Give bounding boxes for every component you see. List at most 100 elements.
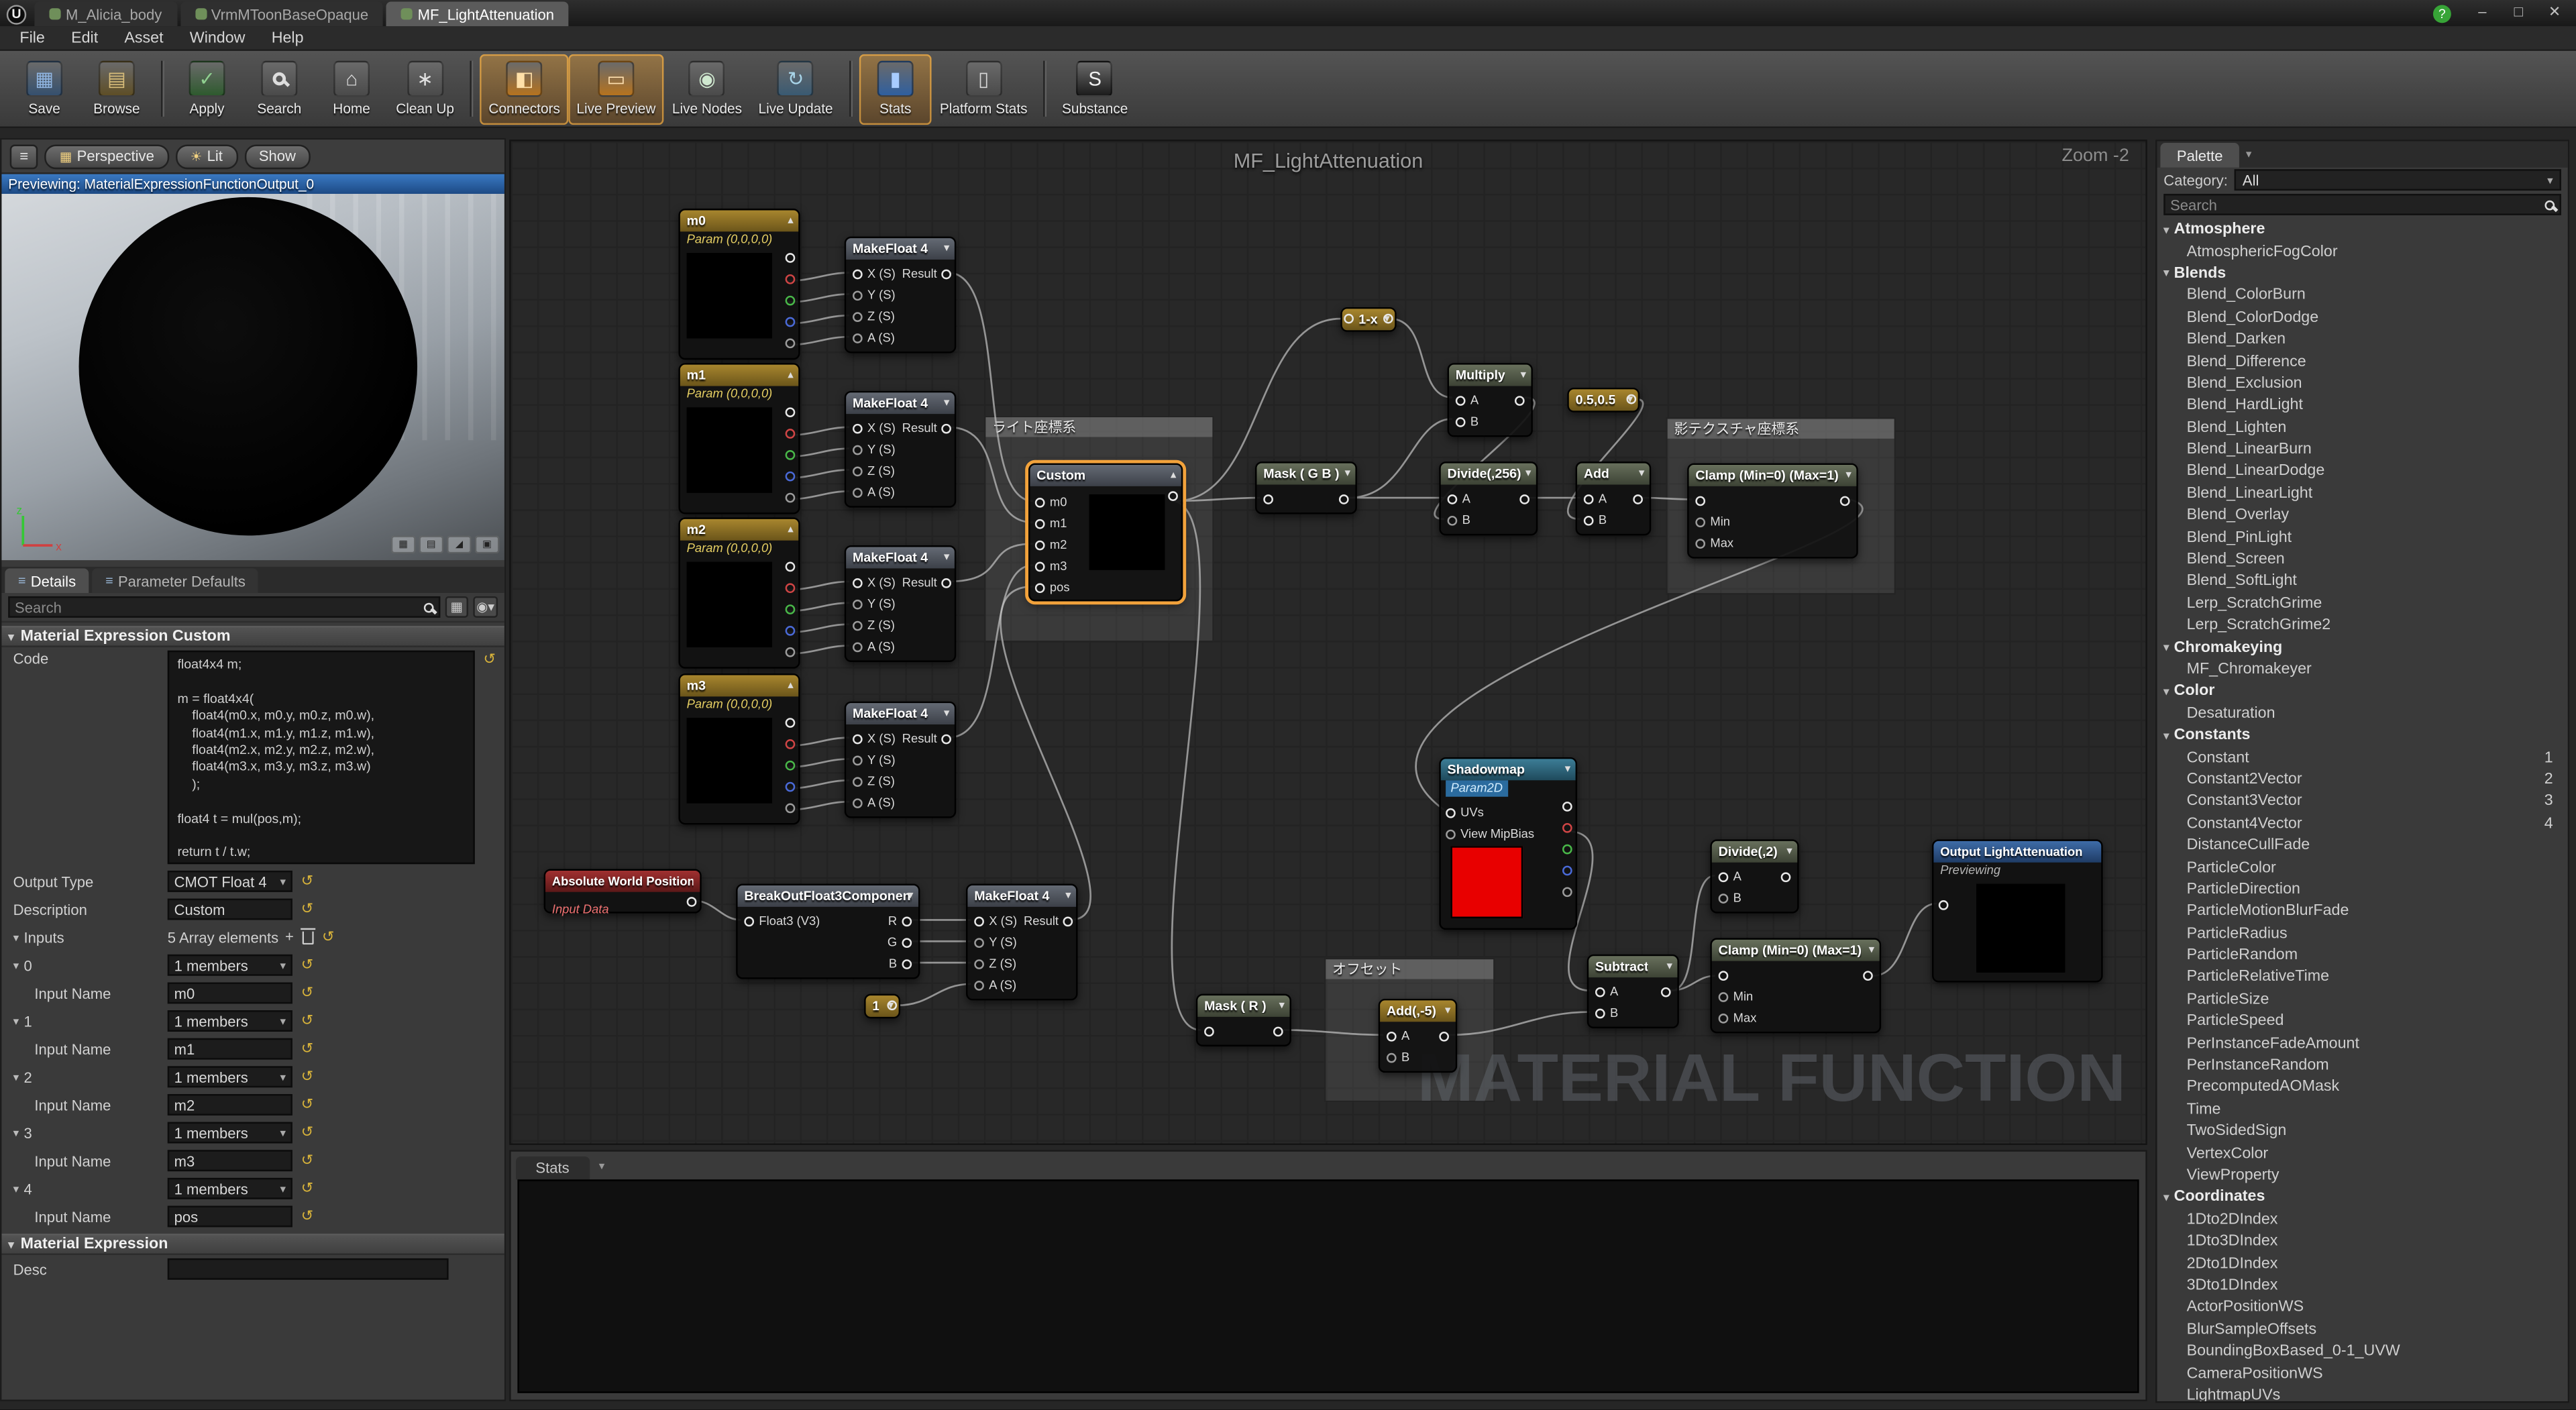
- pin[interactable]: [786, 338, 796, 348]
- palette-item[interactable]: Blend_Lighten: [2157, 417, 2568, 439]
- perspective-button[interactable]: ▦Perspective: [45, 144, 169, 168]
- pin[interactable]: [1344, 314, 1354, 324]
- palette-item[interactable]: Lerp_ScratchGrime2: [2157, 614, 2568, 637]
- pin[interactable]: [1562, 866, 1572, 876]
- pin[interactable]: [1515, 395, 1525, 405]
- pin[interactable]: [1695, 495, 1705, 505]
- palette-item[interactable]: Blend_ColorBurn: [2157, 284, 2568, 307]
- collapse-caret-icon[interactable]: ▾: [1666, 959, 1672, 973]
- node-mask-gb[interactable]: Mask ( G B )▾: [1255, 462, 1357, 514]
- pin[interactable]: [942, 733, 952, 743]
- node-breakout-float3-components[interactable]: BreakOutFloat3Components▾Float3 (V3)RGB: [736, 884, 920, 979]
- pin[interactable]: [1584, 494, 1594, 504]
- pin[interactable]: [1719, 991, 1729, 1001]
- pin[interactable]: [853, 423, 863, 433]
- document-tab[interactable]: MF_LightAttenuation: [386, 1, 569, 26]
- palette-category-constants[interactable]: ▾Constants: [2157, 724, 2568, 747]
- pin[interactable]: [1695, 538, 1705, 548]
- desc-field[interactable]: [168, 1258, 449, 1280]
- palette-item[interactable]: BoundingBoxBased_0-1_UVW: [2157, 1340, 2568, 1362]
- reset-output-type-button[interactable]: ↺: [299, 872, 315, 890]
- pin[interactable]: [786, 274, 796, 284]
- palette-item[interactable]: 3Dto1DIndex: [2157, 1275, 2568, 1297]
- pin[interactable]: [786, 493, 796, 503]
- pin[interactable]: [786, 429, 796, 439]
- node-makefloat4-c[interactable]: MakeFloat 4▾X (S)ResultY (S)Z (S)A (S): [845, 545, 957, 662]
- node-half-half[interactable]: 0.5,0.5▾: [1567, 388, 1640, 413]
- pin[interactable]: [786, 562, 796, 572]
- reset-button[interactable]: ↺: [299, 1179, 315, 1197]
- reset-button[interactable]: ↺: [299, 956, 315, 974]
- palette-item[interactable]: VertexColor: [2157, 1142, 2568, 1164]
- pin[interactable]: [1519, 494, 1529, 504]
- palette-item[interactable]: Constant1: [2157, 747, 2568, 769]
- viewport-menu-button[interactable]: ≡: [10, 144, 38, 168]
- collapse-caret-icon[interactable]: ▾: [944, 241, 950, 255]
- add-element-button[interactable]: +: [285, 930, 294, 944]
- node-mask-r[interactable]: Mask ( R )▾: [1196, 994, 1291, 1046]
- members-dropdown[interactable]: 1 members▾: [168, 1010, 292, 1032]
- pin[interactable]: [853, 776, 863, 786]
- node-multiply[interactable]: Multiply▾AB: [1448, 363, 1533, 437]
- node-m0[interactable]: m0▴Param (0,0,0,0): [678, 209, 800, 360]
- pin[interactable]: [1035, 497, 1045, 507]
- palette-item[interactable]: Desaturation: [2157, 702, 2568, 724]
- toolbar-button-platform-stats[interactable]: ▯Platform Stats: [932, 54, 1036, 124]
- pin[interactable]: [974, 980, 984, 990]
- palette-search-input[interactable]: Search: [2163, 194, 2561, 215]
- close-button[interactable]: ✕: [2536, 0, 2573, 26]
- lit-button[interactable]: ☀Lit: [176, 144, 237, 168]
- pin[interactable]: [786, 407, 796, 417]
- code-editor[interactable]: float4x4 m; m = float4x4( float4(m0.x, m…: [168, 651, 475, 864]
- palette-item[interactable]: Blend_LinearLight: [2157, 482, 2568, 504]
- tab-parameter-defaults[interactable]: ≡Parameter Defaults: [93, 568, 259, 593]
- pin[interactable]: [853, 733, 863, 743]
- pin[interactable]: [1383, 314, 1393, 324]
- pin[interactable]: [1204, 1026, 1214, 1036]
- pin[interactable]: [786, 761, 796, 771]
- palette-category-atmosphere[interactable]: ▾Atmosphere: [2157, 219, 2568, 241]
- toolbar-button-live-preview[interactable]: ▭Live Preview: [568, 54, 664, 124]
- reset-button[interactable]: ↺: [299, 1040, 315, 1058]
- reset-description-button[interactable]: ↺: [299, 900, 315, 918]
- pin[interactable]: [1448, 494, 1458, 504]
- collapse-caret-icon[interactable]: ▾: [944, 396, 950, 409]
- members-dropdown[interactable]: 1 members▾: [168, 955, 292, 976]
- collapse-caret-icon[interactable]: ▾: [1845, 468, 1851, 482]
- palette-item[interactable]: ViewProperty: [2157, 1164, 2568, 1187]
- pin[interactable]: [1168, 491, 1178, 501]
- pin[interactable]: [1863, 970, 1873, 980]
- pin[interactable]: [853, 798, 863, 808]
- pin[interactable]: [786, 804, 796, 814]
- minimize-button[interactable]: –: [2464, 0, 2500, 26]
- collapse-caret-icon[interactable]: ▾: [1565, 762, 1571, 775]
- pin[interactable]: [1456, 417, 1466, 427]
- collapse-caret-icon[interactable]: ▴: [788, 523, 794, 536]
- node-divide-256[interactable]: Divide(,256)▾AB: [1439, 462, 1538, 535]
- pin[interactable]: [786, 253, 796, 263]
- palette-item[interactable]: Blend_Difference: [2157, 350, 2568, 372]
- pin[interactable]: [1456, 395, 1466, 405]
- node-makefloat4-a[interactable]: MakeFloat 4▾X (S)ResultY (S)Z (S)A (S): [845, 237, 957, 354]
- tab-details[interactable]: ≡Details: [5, 568, 89, 593]
- toolbar-button-stats[interactable]: ▮Stats: [859, 54, 932, 124]
- pin[interactable]: [744, 916, 754, 926]
- collapse-caret-icon[interactable]: ▾: [1520, 368, 1526, 382]
- reset-button[interactable]: ↺: [299, 1012, 315, 1030]
- palette-item[interactable]: Blend_ColorDodge: [2157, 307, 2568, 329]
- reset-button[interactable]: ↺: [299, 1095, 315, 1114]
- pin[interactable]: [687, 897, 697, 907]
- toolbar-button-browse[interactable]: ▤Browse: [80, 54, 153, 124]
- palette-category-chromakeying[interactable]: ▾Chromakeying: [2157, 637, 2568, 659]
- menu-edit[interactable]: Edit: [58, 29, 111, 47]
- toolbar-button-connectors[interactable]: ◧Connectors: [480, 54, 568, 124]
- node-const-one[interactable]: 1▾: [864, 994, 900, 1019]
- palette-item[interactable]: Blend_PinLight: [2157, 527, 2568, 549]
- expand-caret-icon[interactable]: ▾: [13, 1071, 19, 1084]
- pin[interactable]: [1781, 871, 1791, 881]
- tab-palette[interactable]: Palette: [2160, 143, 2239, 168]
- collapse-caret-icon[interactable]: ▴: [788, 368, 794, 382]
- reset-button[interactable]: ↺: [299, 1124, 315, 1142]
- expand-caret-icon[interactable]: ▾: [13, 1014, 19, 1028]
- pin[interactable]: [1439, 1031, 1449, 1041]
